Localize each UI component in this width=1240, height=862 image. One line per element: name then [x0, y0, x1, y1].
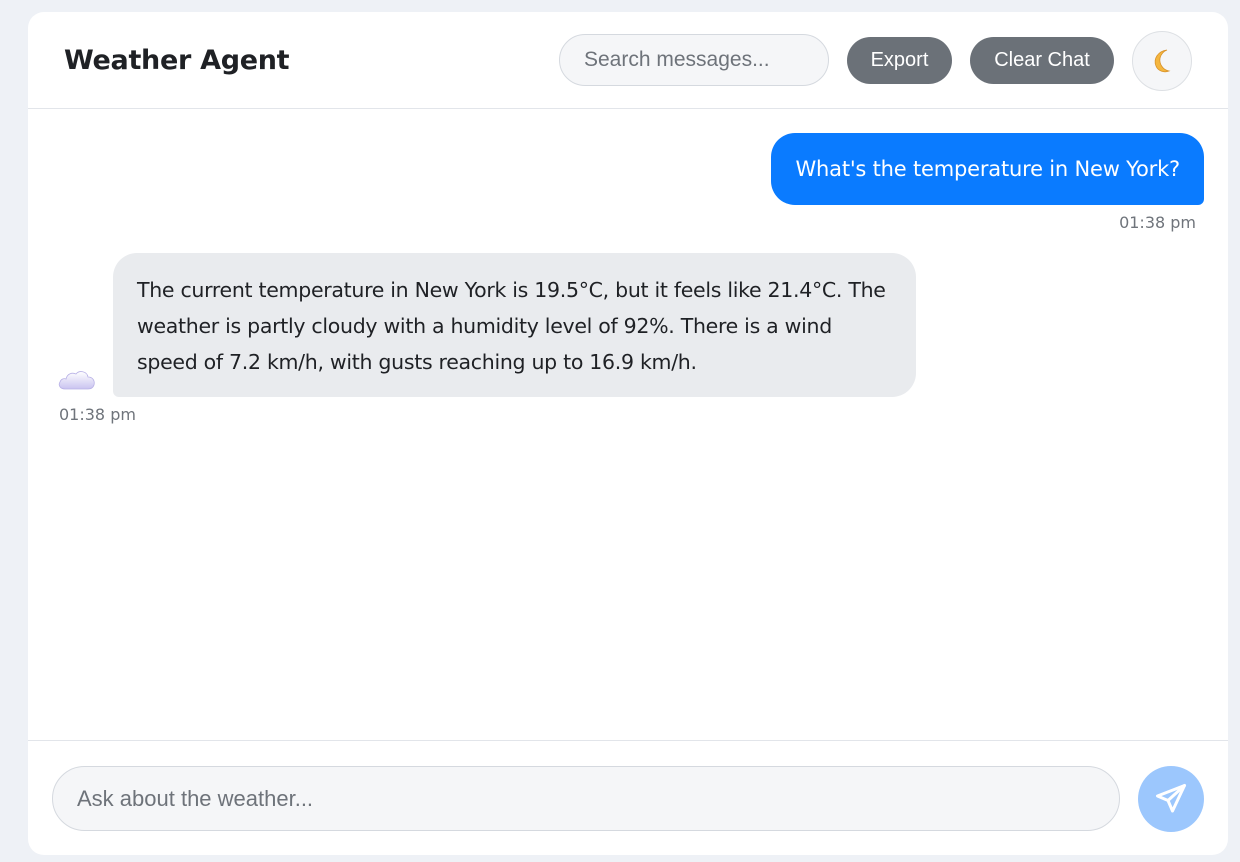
moon-icon [1133, 46, 1191, 76]
header: Weather Agent Export Clear Chat [28, 12, 1228, 109]
assistant-message-bubble: The current temperature in New York is 1… [113, 253, 916, 397]
theme-toggle-button[interactable] [1132, 31, 1192, 91]
cloud-icon [57, 364, 97, 394]
page-title: Weather Agent [64, 45, 290, 76]
composer [28, 740, 1228, 855]
user-message-bubble: What's the temperature in New York? [771, 133, 1204, 205]
message-timestamp: 01:38 pm [59, 405, 136, 424]
message-list: What's the temperature in New York? 01:3… [28, 110, 1228, 740]
export-button[interactable]: Export [847, 37, 952, 84]
send-button[interactable] [1138, 766, 1204, 832]
search-input[interactable] [559, 34, 829, 86]
chat-window: Weather Agent Export Clear Chat What's t… [28, 12, 1228, 855]
message-input[interactable] [52, 766, 1120, 831]
clear-chat-button[interactable]: Clear Chat [970, 37, 1114, 84]
send-icon [1138, 781, 1204, 817]
message-timestamp: 01:38 pm [1119, 213, 1196, 232]
